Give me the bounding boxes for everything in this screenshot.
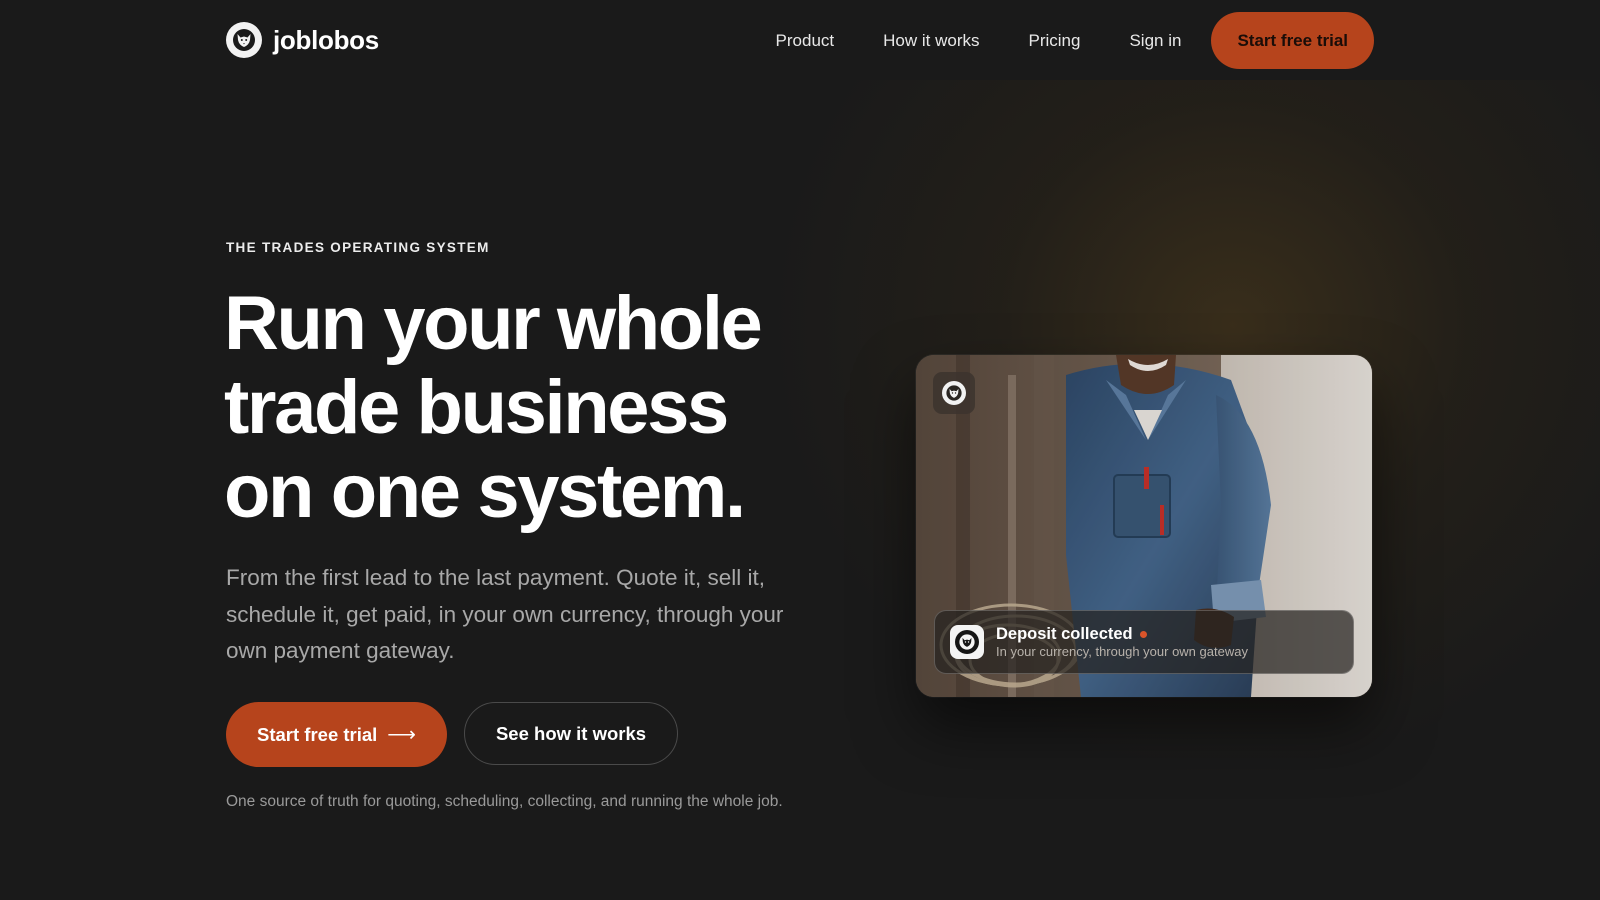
hero-eyebrow: THE TRADES OPERATING SYSTEM [226,240,490,255]
nav-link-product[interactable]: Product [776,31,835,51]
nav-link-how-it-works[interactable]: How it works [883,31,979,51]
landing-page: joblobos Product How it works Pricing Si… [0,0,1600,900]
headline-line-1: Run your whole [224,281,763,366]
hero-photo-card: Deposit collected In your currency, thro… [916,355,1372,697]
main-nav: Product How it works Pricing Sign in Sta… [776,12,1374,69]
brand-name: joblobos [273,24,379,55]
hero-cta-row: Start free trial ⟶ See how it works [226,702,679,767]
wolf-head-icon [955,630,979,654]
card-logo-badge [933,372,975,414]
brand-logo-link[interactable]: joblobos [226,22,379,58]
headline-line-2: trade business [224,365,729,450]
toast-title: Deposit collected [996,625,1133,643]
nav-link-pricing[interactable]: Pricing [1029,31,1081,51]
see-how-it-works-button[interactable]: See how it works [463,702,679,765]
toast-logo [950,625,984,659]
status-dot [1139,630,1147,638]
hero-headline: Run your whole trade business on one sys… [224,282,864,534]
start-free-trial-label: Start free trial [257,723,378,745]
headline-line-3: on one system. [224,449,746,534]
toast-title-row: Deposit collected [996,624,1248,644]
wolf-head-icon [226,22,262,58]
hero-footnote: One source of truth for quoting, schedul… [226,793,783,810]
site-header: joblobos Product How it works Pricing Si… [0,0,1600,82]
deposit-collected-toast: Deposit collected In your currency, thro… [934,610,1354,674]
nav-link-sign-in[interactable]: Sign in [1129,31,1181,51]
wolf-head-icon [942,381,966,405]
toast-text: Deposit collected In your currency, thro… [996,624,1248,660]
arrow-right-icon: ⟶ [387,724,416,746]
header-start-trial-button[interactable]: Start free trial [1211,12,1374,69]
start-free-trial-button[interactable]: Start free trial ⟶ [226,702,447,767]
hero-subhead: From the first lead to the last payment.… [226,565,784,663]
toast-subtitle: In your currency, through your own gatew… [996,644,1248,659]
